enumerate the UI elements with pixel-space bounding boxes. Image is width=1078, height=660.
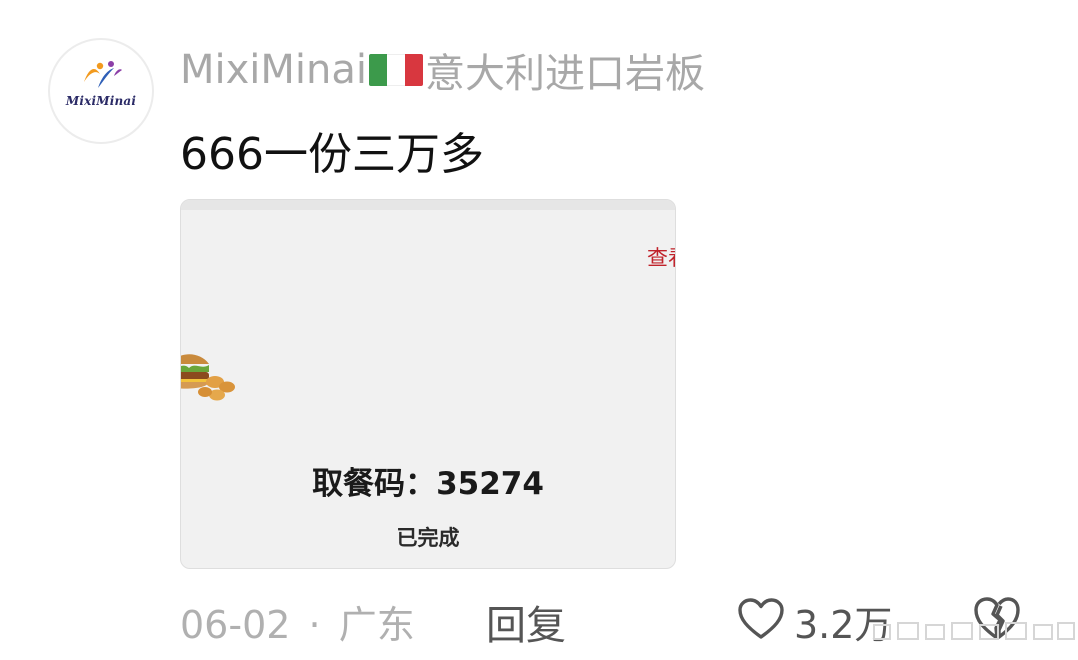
comment-location: 广东 [338,603,415,647]
order-status: 已完成 [396,526,460,550]
image-top-bar [181,200,675,210]
brand-logo-icon [84,61,122,88]
meta-separator: · [308,603,321,647]
username-prefix: MixiMinai [180,47,368,93]
comment-username[interactable]: MixiMinai 意大利进口岩板 [180,44,706,97]
comment-body: 666一份三万多 [180,129,484,180]
reply-button[interactable]: 回复 [486,593,566,651]
pickup-code-number: 35274 [436,466,544,502]
user-avatar[interactable]: MixiMinai [48,38,154,144]
burger-icon [181,354,235,401]
pickup-code-label: 取餐码： [312,466,437,502]
heart-outline-icon[interactable] [737,597,785,641]
comment-attached-image[interactable]: 查看 取餐码：35274 已完成 [180,199,676,569]
brand-logo-text: MixiMinai [65,94,137,108]
username-suffix: 意大利进口岩板 [425,51,706,97]
comment-date: 06-02 [180,603,291,647]
watermark-overlay [873,622,1075,640]
italy-flag-icon [369,54,424,86]
view-link: 查看 [647,246,675,270]
pickup-code: 取餐码：35274 [181,458,675,503]
comment-meta: 06-02 · 广东 [180,594,415,649]
